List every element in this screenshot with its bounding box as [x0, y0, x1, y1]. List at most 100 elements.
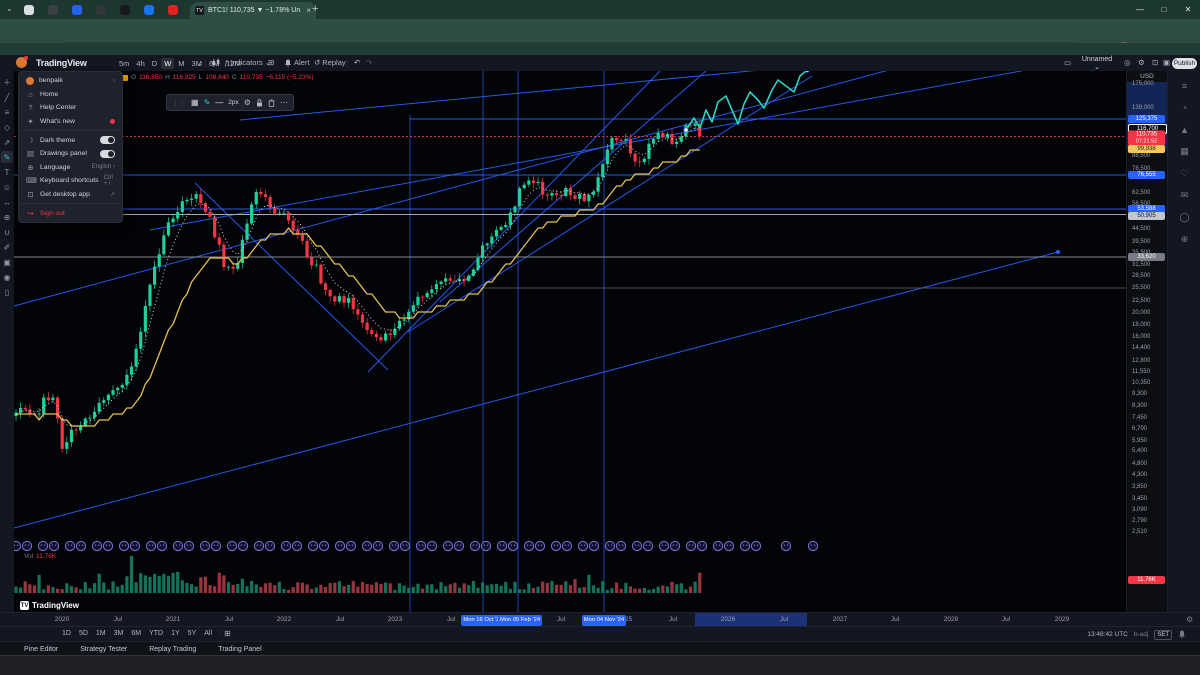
snapshot-camera-icon[interactable]: ▣	[1163, 58, 1170, 67]
menu-item-sign-out[interactable]: ↪ Sign out	[19, 206, 122, 220]
range-button-1m[interactable]: 1M	[92, 630, 110, 637]
menu-item-drawings-panel[interactable]: ▤ Drawings panel	[19, 147, 122, 161]
ohlc-legend[interactable]: O 116,850 H 116,925 L 108,840 C 110,735 −6,1…	[122, 73, 314, 82]
window-minimize-button[interactable]: —	[1128, 0, 1152, 19]
go-to-date-icon[interactable]: ⊞	[224, 629, 231, 638]
settings-gear-icon[interactable]: ⚙	[1138, 58, 1145, 67]
pinned-tab-favicon[interactable]	[72, 4, 82, 15]
redo-icon[interactable]: ↷	[366, 58, 372, 67]
pinned-tab-favicon[interactable]	[120, 4, 130, 15]
trend-line-tool[interactable]: ╱	[1, 91, 13, 103]
ideas-icon[interactable]: ♡	[1178, 167, 1191, 180]
quick-search-icon[interactable]: ◎	[1124, 58, 1131, 67]
utc-clock[interactable]: 13:48:42 UTC	[1087, 631, 1127, 638]
drawing-handle[interactable]	[804, 67, 810, 73]
pinned-tab-favicon[interactable]	[24, 4, 34, 15]
panel-tab-replay-trading[interactable]: Replay Trading	[149, 646, 196, 653]
line-width-label[interactable]: 2px	[228, 99, 238, 106]
pattern-tool[interactable]: ◇	[1, 121, 13, 133]
price-badge[interactable]: 76,555	[1128, 171, 1165, 179]
layout-grid-icon[interactable]: ⊞	[268, 58, 274, 67]
price-badge[interactable]: 110,735 07:21:52	[1128, 130, 1165, 146]
trendline-endpoint[interactable]	[1056, 250, 1060, 254]
range-button-6m[interactable]: 6M	[127, 630, 145, 637]
pinned-tab-favicon[interactable]	[168, 4, 178, 15]
hotlists-icon[interactable]: ▲	[1178, 123, 1191, 136]
crosshair-tool[interactable]: ＋	[1, 76, 13, 88]
tab-close-icon[interactable]: ×	[306, 6, 311, 15]
pinned-tab-favicon[interactable]	[96, 4, 106, 15]
adjust-toggle[interactable]: b-adj	[1134, 631, 1148, 638]
zoom-in-tool[interactable]: ⊕	[1, 211, 13, 223]
window-close-button[interactable]: ✕	[1176, 0, 1200, 19]
timeframe-button-d[interactable]: D	[149, 58, 160, 69]
color-swatch-icon[interactable]: ▦	[191, 98, 199, 107]
timeframe-dropdown-icon[interactable]: ⌄	[196, 59, 202, 68]
menu-item-get-desktop-app[interactable]: ⊡ Get desktop app ↗	[19, 188, 122, 202]
projection-tool[interactable]: ⇗	[1, 136, 13, 148]
timeframe-button-m[interactable]: M	[175, 58, 187, 69]
drawing-floating-toolbar[interactable]: ⋮⋮ ▦ ✎ — 2px ⚙ ⋯	[166, 94, 294, 111]
more-options-icon[interactable]: ⋯	[280, 98, 288, 107]
tradingview-logo[interactable]: TradingView	[36, 58, 87, 68]
more-panel-icon[interactable]: ⊕	[1178, 233, 1191, 246]
drawing-settings-gear-icon[interactable]: ⚙	[244, 98, 251, 107]
fullscreen-icon[interactable]: ⊡	[1152, 58, 1158, 67]
alert-log-bell-icon[interactable]	[1178, 630, 1186, 639]
time-axis[interactable]: 2020Jul2021Jul2022Jul2023JulJul2025Jul20…	[0, 612, 1200, 627]
volume-legend[interactable]: Vol 11.76K	[24, 553, 56, 560]
settlement-toggle[interactable]: SET	[1154, 629, 1172, 640]
browser-tab-active[interactable]: TV BTC1! 110,735 ▼ −1.78% Un ×	[190, 2, 316, 19]
brush-tool[interactable]: ✎	[1, 151, 13, 163]
menu-item-what-s-new[interactable]: ✦ What's new	[19, 115, 122, 129]
watchlist-icon[interactable]: ≡	[1178, 79, 1191, 92]
alerts-icon[interactable]: ◔	[1178, 101, 1191, 114]
fib-retracement-tool[interactable]: ≡	[1, 106, 13, 118]
save-layout-panel-icon[interactable]: ▭	[1064, 58, 1071, 67]
menu-item-home[interactable]: ⌂ Home	[19, 88, 122, 102]
hide-drawings-tool[interactable]: ◉	[1, 271, 13, 283]
timeframe-button-4h[interactable]: 4h	[133, 58, 147, 69]
chart-type-candles-icon[interactable]	[211, 58, 221, 68]
timeframe-button-w[interactable]: W	[161, 57, 175, 69]
magnet-tool[interactable]: ∪	[1, 226, 13, 238]
range-button-ytd[interactable]: YTD	[145, 630, 167, 637]
replay-button[interactable]: ↺ Replay	[314, 58, 346, 67]
range-button-1y[interactable]: 1Y	[167, 630, 184, 637]
trash-icon[interactable]	[268, 98, 275, 107]
price-badge[interactable]: 33,620	[1128, 253, 1165, 261]
alert-button[interactable]: Alert	[284, 58, 309, 67]
menu-item-dark-theme[interactable]: ☽ Dark theme	[19, 133, 122, 147]
menu-item-language[interactable]: ⊕ Language English ›	[19, 161, 122, 175]
drag-handle-icon[interactable]: ⋮⋮	[172, 99, 186, 107]
price-badge[interactable]: 99,938	[1128, 145, 1165, 153]
drawings-panel-toggle[interactable]	[100, 149, 115, 158]
window-maximize-button[interactable]: □	[1152, 0, 1176, 19]
range-button-5y[interactable]: 5Y	[184, 630, 201, 637]
lock-icon[interactable]	[256, 98, 263, 107]
emoji-tool[interactable]: ☺	[1, 181, 13, 193]
undo-icon[interactable]: ↶	[354, 58, 360, 67]
price-chart[interactable]	[10, 34, 1126, 612]
calendar-icon[interactable]: ▦	[1178, 145, 1191, 158]
pinned-tab-favicon[interactable]	[48, 4, 58, 15]
brush-color-icon[interactable]: ✎	[204, 98, 211, 107]
publish-button[interactable]: Publish	[1172, 57, 1197, 69]
chat-icon[interactable]: ◯	[1178, 211, 1191, 224]
panel-tab-strategy-tester[interactable]: Strategy Tester	[80, 646, 127, 653]
panel-tab-trading-panel[interactable]: Trading Panel	[218, 646, 261, 653]
price-badge[interactable]: 11.76K	[1128, 576, 1165, 584]
range-button-5d[interactable]: 5D	[75, 630, 92, 637]
chart-area[interactable]: O 116,850 H 116,925 L 108,840 C 110,735 −6,1…	[10, 34, 1126, 612]
user-menu-profile[interactable]: benpaik ›	[19, 74, 122, 88]
price-badge[interactable]: 50,905	[1128, 211, 1165, 220]
remove-drawings-tool[interactable]: ▯	[1, 286, 13, 298]
news-icon[interactable]: ✉	[1178, 189, 1191, 202]
indicators-button[interactable]: ƒ Indicators ⌄	[224, 58, 271, 67]
date-badge[interactable]: Mon 04 Nov '24	[582, 614, 626, 626]
dark-theme-toggle[interactable]	[100, 136, 115, 145]
drawing-mode-tool[interactable]: ✐	[1, 241, 13, 253]
text-tool[interactable]: T	[1, 166, 13, 178]
menu-item-help-center[interactable]: ? Help Center	[19, 101, 122, 115]
pinned-tab-favicon[interactable]	[144, 4, 154, 15]
